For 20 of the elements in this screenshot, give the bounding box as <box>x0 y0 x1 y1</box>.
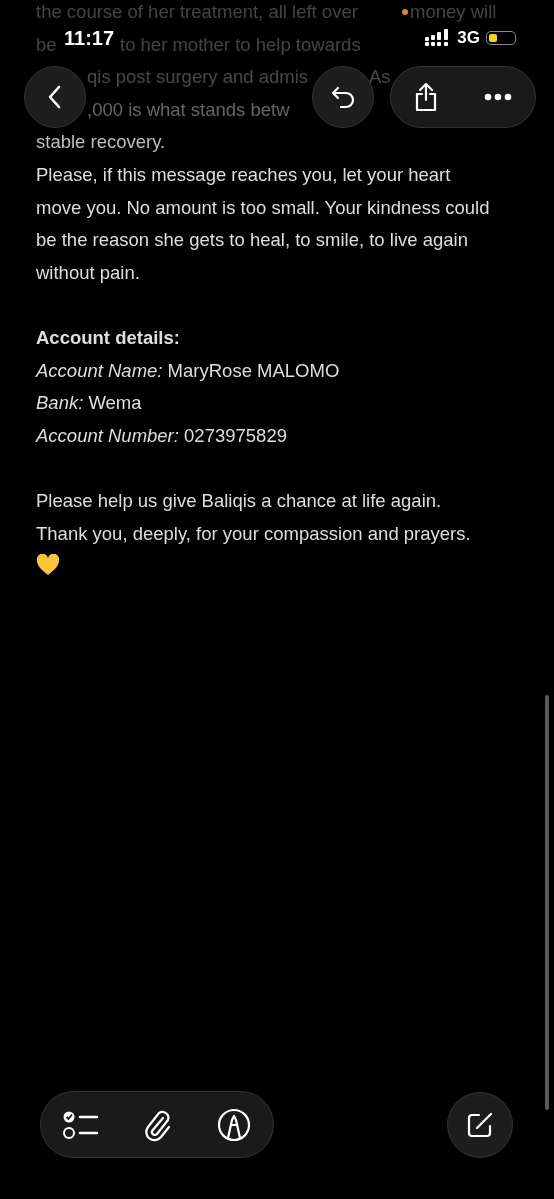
status-time: 11:17 <box>64 26 115 50</box>
note-text: money will <box>410 0 497 24</box>
account-field: Account Number: 0273975829 <box>36 419 494 453</box>
privacy-indicator <box>402 9 408 15</box>
note-heading: Account details: <box>36 325 181 350</box>
note-text: ,000 is what stands betw <box>87 97 290 122</box>
network-label: 3G <box>457 28 480 48</box>
account-field: Bank: Wema <box>36 387 494 420</box>
note-text: stable recovery. <box>36 130 167 155</box>
note-text: to her mother to help towards <box>120 32 361 57</box>
note-text: be <box>36 32 57 57</box>
note-text: qis post surgery and admis <box>87 65 309 90</box>
battery-icon <box>486 31 516 45</box>
compose-icon <box>465 1110 495 1140</box>
account-field: Account Name: MaryRose MALOMO <box>36 354 494 388</box>
heart-icon <box>36 554 60 577</box>
note-text: As <box>369 65 391 90</box>
note-text: the course of her treatment, all left over <box>36 0 358 24</box>
note-paragraph: Please help us give Baliqis a chance at life again. Thank you, deeply, for your compassion and prayers. <box>36 489 471 544</box>
note-paragraph: Please, if this message reaches you, let your heart move you. No amount is too small. Your kindness could be the reason she gets to heal, to smile, to live again without pain. <box>36 162 491 285</box>
